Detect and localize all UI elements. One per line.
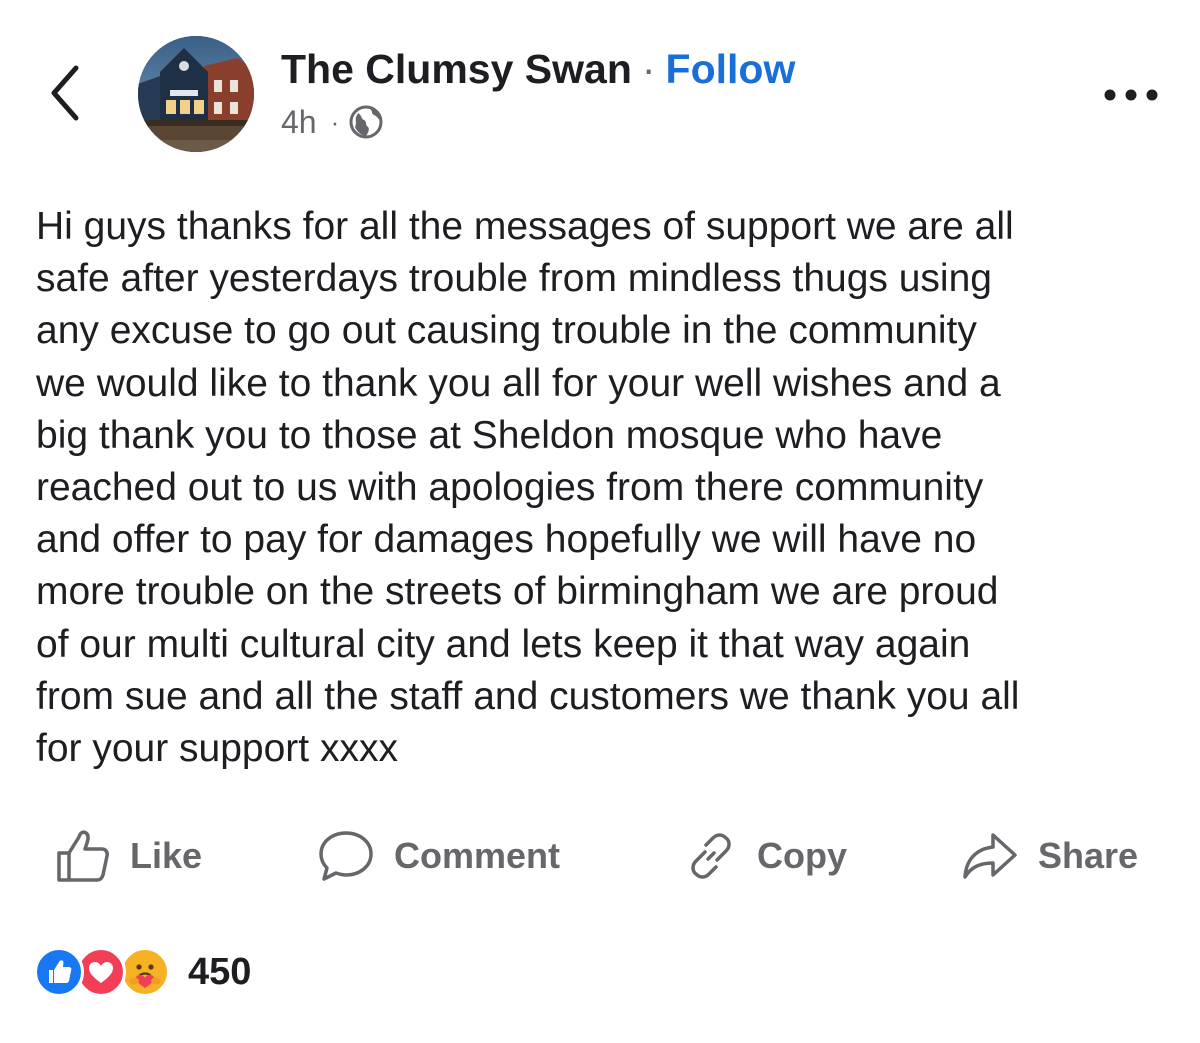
comment-label: Comment [394,835,561,876]
post-text-line: we would like to thank you all for your … [36,361,1001,405]
post-text-line: Hi guys thanks for all the messages of s… [36,205,1014,248]
post-text-line: for your support xxxx [36,727,398,771]
globe-icon [349,105,383,139]
post-text-line: safe after yesterdays trouble from mindl… [36,257,992,301]
post-text-line: reached out to us with apologies from th… [36,466,984,510]
share-label: Share [1038,835,1139,876]
meta-separator-dot: · [330,107,340,137]
post-view: The Clumsy Swan · Follow 4h · Hi guys th… [0,0,1200,1043]
back-button[interactable] [44,62,88,124]
separator-dot: · [641,46,656,92]
reaction-icons [34,946,178,998]
reactions-summary[interactable]: 450 [34,946,251,998]
post-text-line: and offer to pay for damages hopefully w… [36,518,977,562]
post-timestamp[interactable]: 4h [281,102,317,142]
post-text-line: of our multi cultural city and lets keep… [36,622,971,666]
post-meta: 4h · [281,102,383,142]
speech-bubble-icon [319,831,373,881]
like-button[interactable]: Like [54,823,202,889]
like-label: Like [130,835,203,876]
copy-label: Copy [757,835,847,876]
more-options-button[interactable] [1098,80,1164,110]
chevron-left-icon [51,65,79,121]
ellipsis-icon [1104,89,1158,101]
post-header-title: The Clumsy Swan · Follow [281,44,795,94]
copy-link-button[interactable]: Copy [683,823,847,889]
building-photo [138,36,254,152]
post-text-line: any excuse to go out causing trouble in … [36,309,977,353]
post-text-line: from sue and all the staff and customers… [36,674,1020,718]
page-name[interactable]: The Clumsy Swan [281,44,632,94]
post-text: Hi guys thanks for all the messages of s… [36,201,1176,775]
comment-button[interactable]: Comment [316,823,560,889]
link-icon [691,833,731,879]
reaction-count: 450 [188,951,252,993]
share-button[interactable]: Share [960,823,1138,889]
like-reaction-icon [34,947,84,997]
page-avatar[interactable] [138,36,254,152]
care-reaction-icon [120,947,170,997]
follow-button[interactable]: Follow [666,44,796,94]
share-arrow-icon [963,833,1017,879]
post-text-line: big thank you to those at Sheldon mosque… [36,413,943,457]
thumbs-up-icon [57,830,109,882]
post-text-line: more trouble on the streets of birmingha… [36,570,999,614]
